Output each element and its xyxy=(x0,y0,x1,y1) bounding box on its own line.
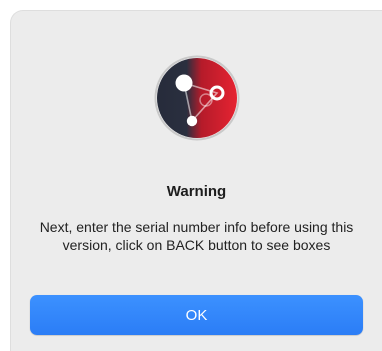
dialog-title: Warning xyxy=(166,183,227,200)
app-logo-icon xyxy=(154,55,240,141)
dialog-message: Next, enter the serial number info befor… xyxy=(39,219,354,253)
alert-dialog: Warning Next, enter the serial number in… xyxy=(11,11,382,351)
ok-button[interactable]: OK xyxy=(30,295,363,335)
